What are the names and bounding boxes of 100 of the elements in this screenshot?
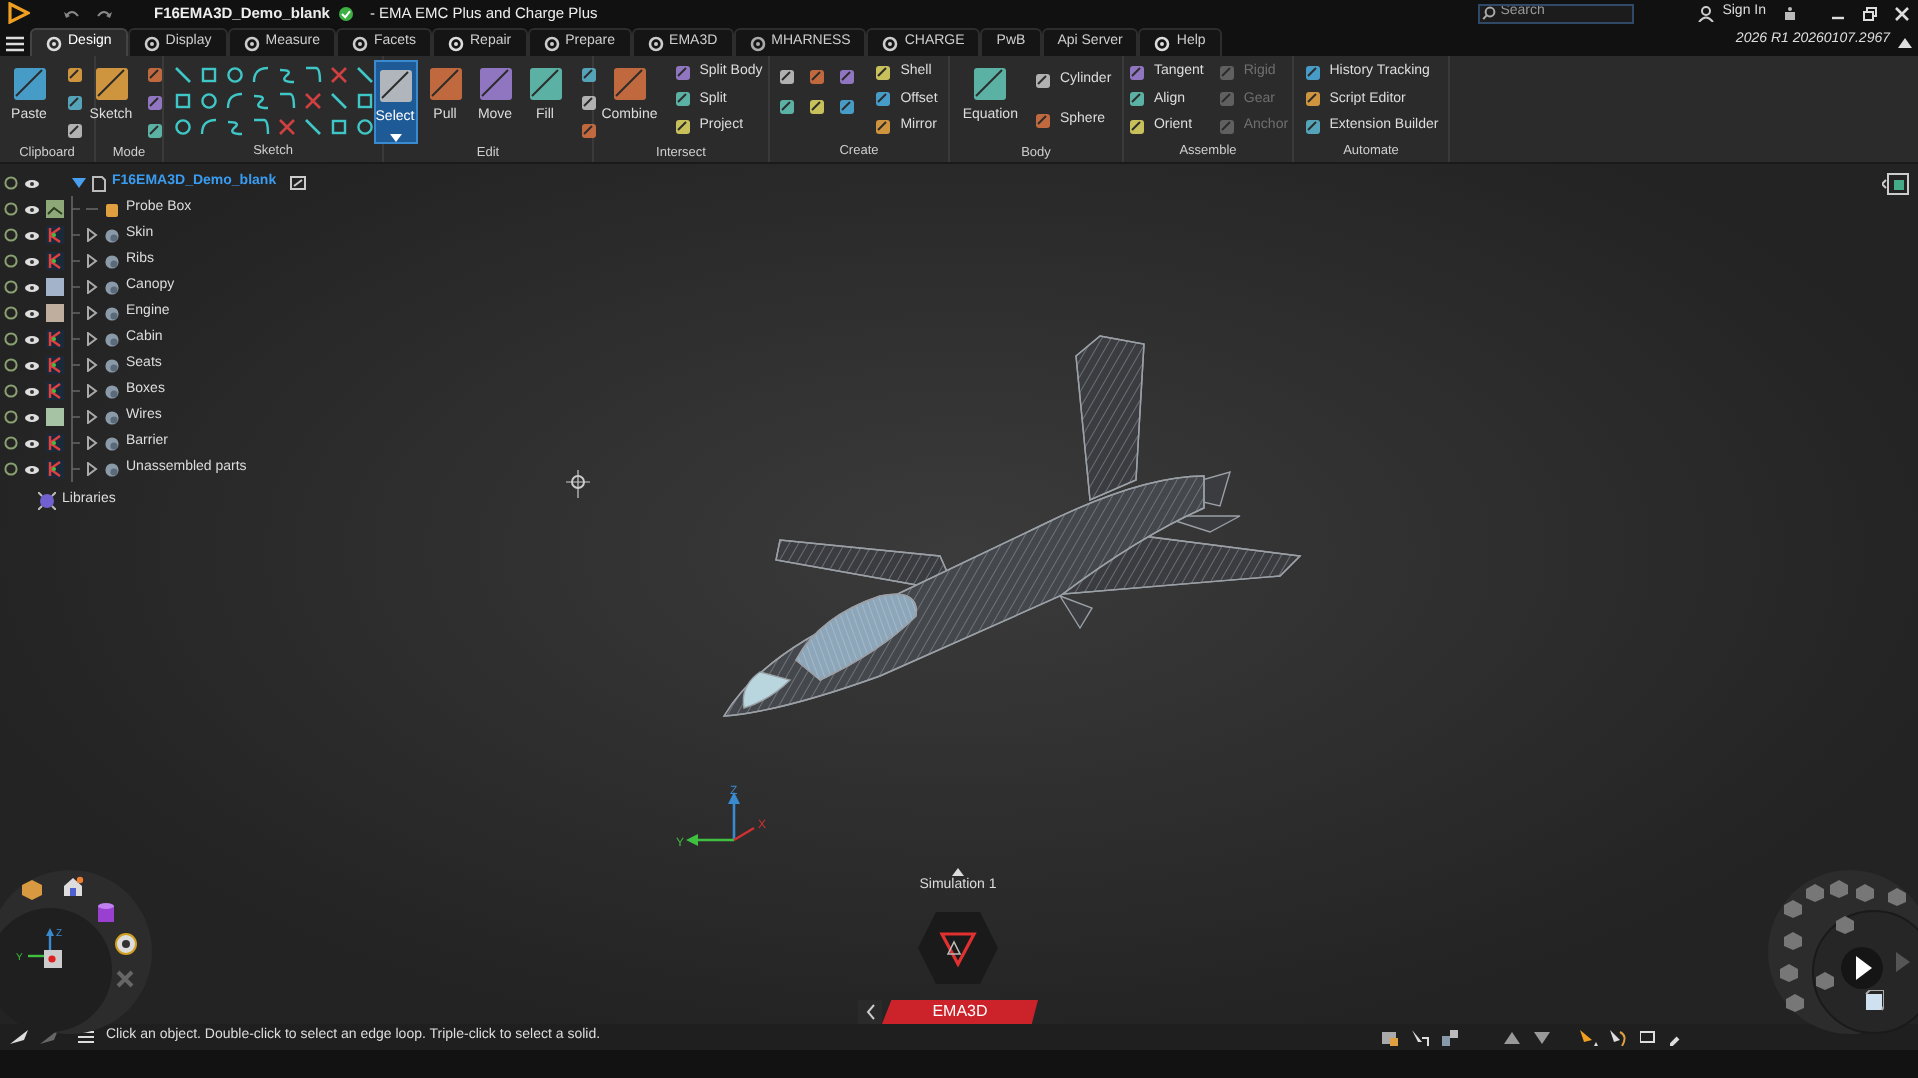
eye-icon[interactable]	[24, 203, 40, 215]
view-cube-drawing[interactable]	[28, 928, 62, 968]
tool-button[interactable]	[63, 63, 85, 85]
eye-icon[interactable]	[24, 177, 40, 189]
tool-icon	[778, 98, 797, 116]
solid-cube-icon[interactable]	[1864, 990, 1884, 1012]
tool-button[interactable]	[63, 119, 85, 141]
eye-icon[interactable]	[24, 411, 40, 423]
person-icon	[1698, 5, 1715, 21]
expand-triangle-icon[interactable]	[86, 384, 98, 398]
tool-icon	[145, 121, 163, 139]
panel-tab[interactable]: EMA3D	[882, 1000, 1038, 1024]
tool-icon	[778, 68, 797, 86]
tool-button[interactable]	[776, 66, 799, 88]
close-icon[interactable]	[1894, 5, 1910, 21]
expand-triangle-icon[interactable]	[86, 228, 98, 242]
pointer-icon[interactable]	[1412, 1029, 1430, 1045]
tool-icon	[1033, 71, 1052, 89]
collapse-panel-button[interactable]	[858, 1000, 882, 1024]
search-icon	[1482, 6, 1497, 20]
tool-button[interactable]	[577, 119, 599, 141]
eye-icon[interactable]	[24, 385, 40, 397]
cube-icon[interactable]	[22, 880, 42, 900]
tool-icon	[972, 66, 1009, 102]
expand-triangle-icon[interactable]	[72, 177, 86, 189]
expand-up-icon[interactable]	[952, 868, 964, 876]
tool-button[interactable]	[577, 91, 599, 113]
rotate-pointer-icon[interactable]	[1610, 1029, 1628, 1045]
tool-icon	[65, 65, 83, 83]
tool-button[interactable]	[143, 119, 165, 141]
menu-icon[interactable]	[6, 36, 24, 52]
tool-icon	[1303, 90, 1322, 109]
tool-button[interactable]	[836, 66, 859, 88]
expand-triangle-icon[interactable]	[86, 358, 98, 372]
color-map-icon	[46, 382, 64, 400]
pointer-icon[interactable]	[1580, 1029, 1598, 1045]
eye-icon[interactable]	[24, 359, 40, 371]
tool-button[interactable]	[577, 63, 599, 85]
saved-check-icon	[337, 5, 354, 21]
home-icon[interactable]	[62, 876, 84, 896]
tool-icon	[838, 68, 857, 86]
eye-icon[interactable]	[24, 255, 40, 267]
crosshair-cursor-icon	[566, 470, 594, 498]
down-triangle-icon[interactable]	[1534, 1029, 1552, 1045]
eye-icon[interactable]	[24, 463, 40, 475]
expand-triangle-icon[interactable]	[86, 462, 98, 476]
list-icon[interactable]	[78, 1030, 94, 1044]
tool-button[interactable]	[63, 91, 85, 113]
dropdown-caret-icon	[389, 133, 401, 141]
chevron-left-icon	[865, 1004, 875, 1020]
sketch-tool-icon[interactable]	[329, 66, 347, 84]
tool-button[interactable]	[806, 96, 829, 118]
play-button-icon[interactable]	[1840, 946, 1884, 990]
sketch-tool-icon[interactable]	[303, 92, 321, 110]
tool-icon	[808, 98, 827, 116]
tool-button[interactable]	[776, 96, 799, 118]
expand-triangle-icon[interactable]	[86, 280, 98, 294]
eye-icon[interactable]	[24, 437, 40, 449]
expand-triangle-icon[interactable]	[86, 436, 98, 450]
cylinder-icon[interactable]	[96, 902, 116, 924]
tool-button[interactable]	[806, 66, 829, 88]
screen-icon[interactable]	[1640, 1029, 1658, 1045]
tool-icon	[145, 65, 163, 83]
expand-triangle-icon[interactable]	[86, 332, 98, 346]
eye-icon[interactable]	[24, 307, 40, 319]
tool-icon	[673, 117, 692, 136]
blocks-icon[interactable]	[1442, 1029, 1460, 1045]
eye-icon[interactable]	[24, 229, 40, 241]
tool-icon	[673, 90, 692, 109]
tool-icon	[1127, 117, 1146, 136]
restore-icon[interactable]	[1862, 5, 1878, 21]
window-icon[interactable]	[290, 176, 307, 190]
tool-icon	[579, 93, 597, 111]
color-map-icon	[46, 252, 64, 270]
color-map-icon	[46, 356, 64, 374]
tool-icon	[1303, 117, 1322, 136]
tool-icon	[1033, 111, 1052, 129]
expand-triangle-icon[interactable]	[86, 410, 98, 424]
expand-triangle-icon[interactable]	[86, 306, 98, 320]
sketch-tool-icon[interactable]	[277, 118, 295, 136]
layers-icon[interactable]	[1382, 1029, 1400, 1045]
up-triangle-icon[interactable]	[1504, 1029, 1522, 1045]
view-panel-icon[interactable]	[1882, 172, 1910, 196]
logo-hexagon-drawing[interactable]	[916, 910, 1000, 986]
tool-icon	[611, 66, 648, 102]
color-map-icon	[46, 226, 64, 244]
tool-icon	[145, 93, 163, 111]
eye-icon[interactable]	[24, 281, 40, 293]
expand-triangle-icon[interactable]	[86, 254, 98, 268]
tool-button[interactable]	[143, 63, 165, 85]
redo-icon[interactable]	[96, 5, 114, 21]
document-icon	[92, 175, 106, 191]
eye-icon[interactable]	[24, 333, 40, 345]
tree-connector-icon	[86, 202, 98, 216]
tool-icon	[1217, 90, 1236, 109]
collapse-ribbon-icon[interactable]	[1898, 38, 1912, 48]
nodes-icon[interactable]	[116, 970, 134, 988]
undo-icon[interactable]	[62, 5, 80, 21]
tool-button[interactable]	[143, 91, 165, 113]
tool-button[interactable]	[836, 96, 859, 118]
